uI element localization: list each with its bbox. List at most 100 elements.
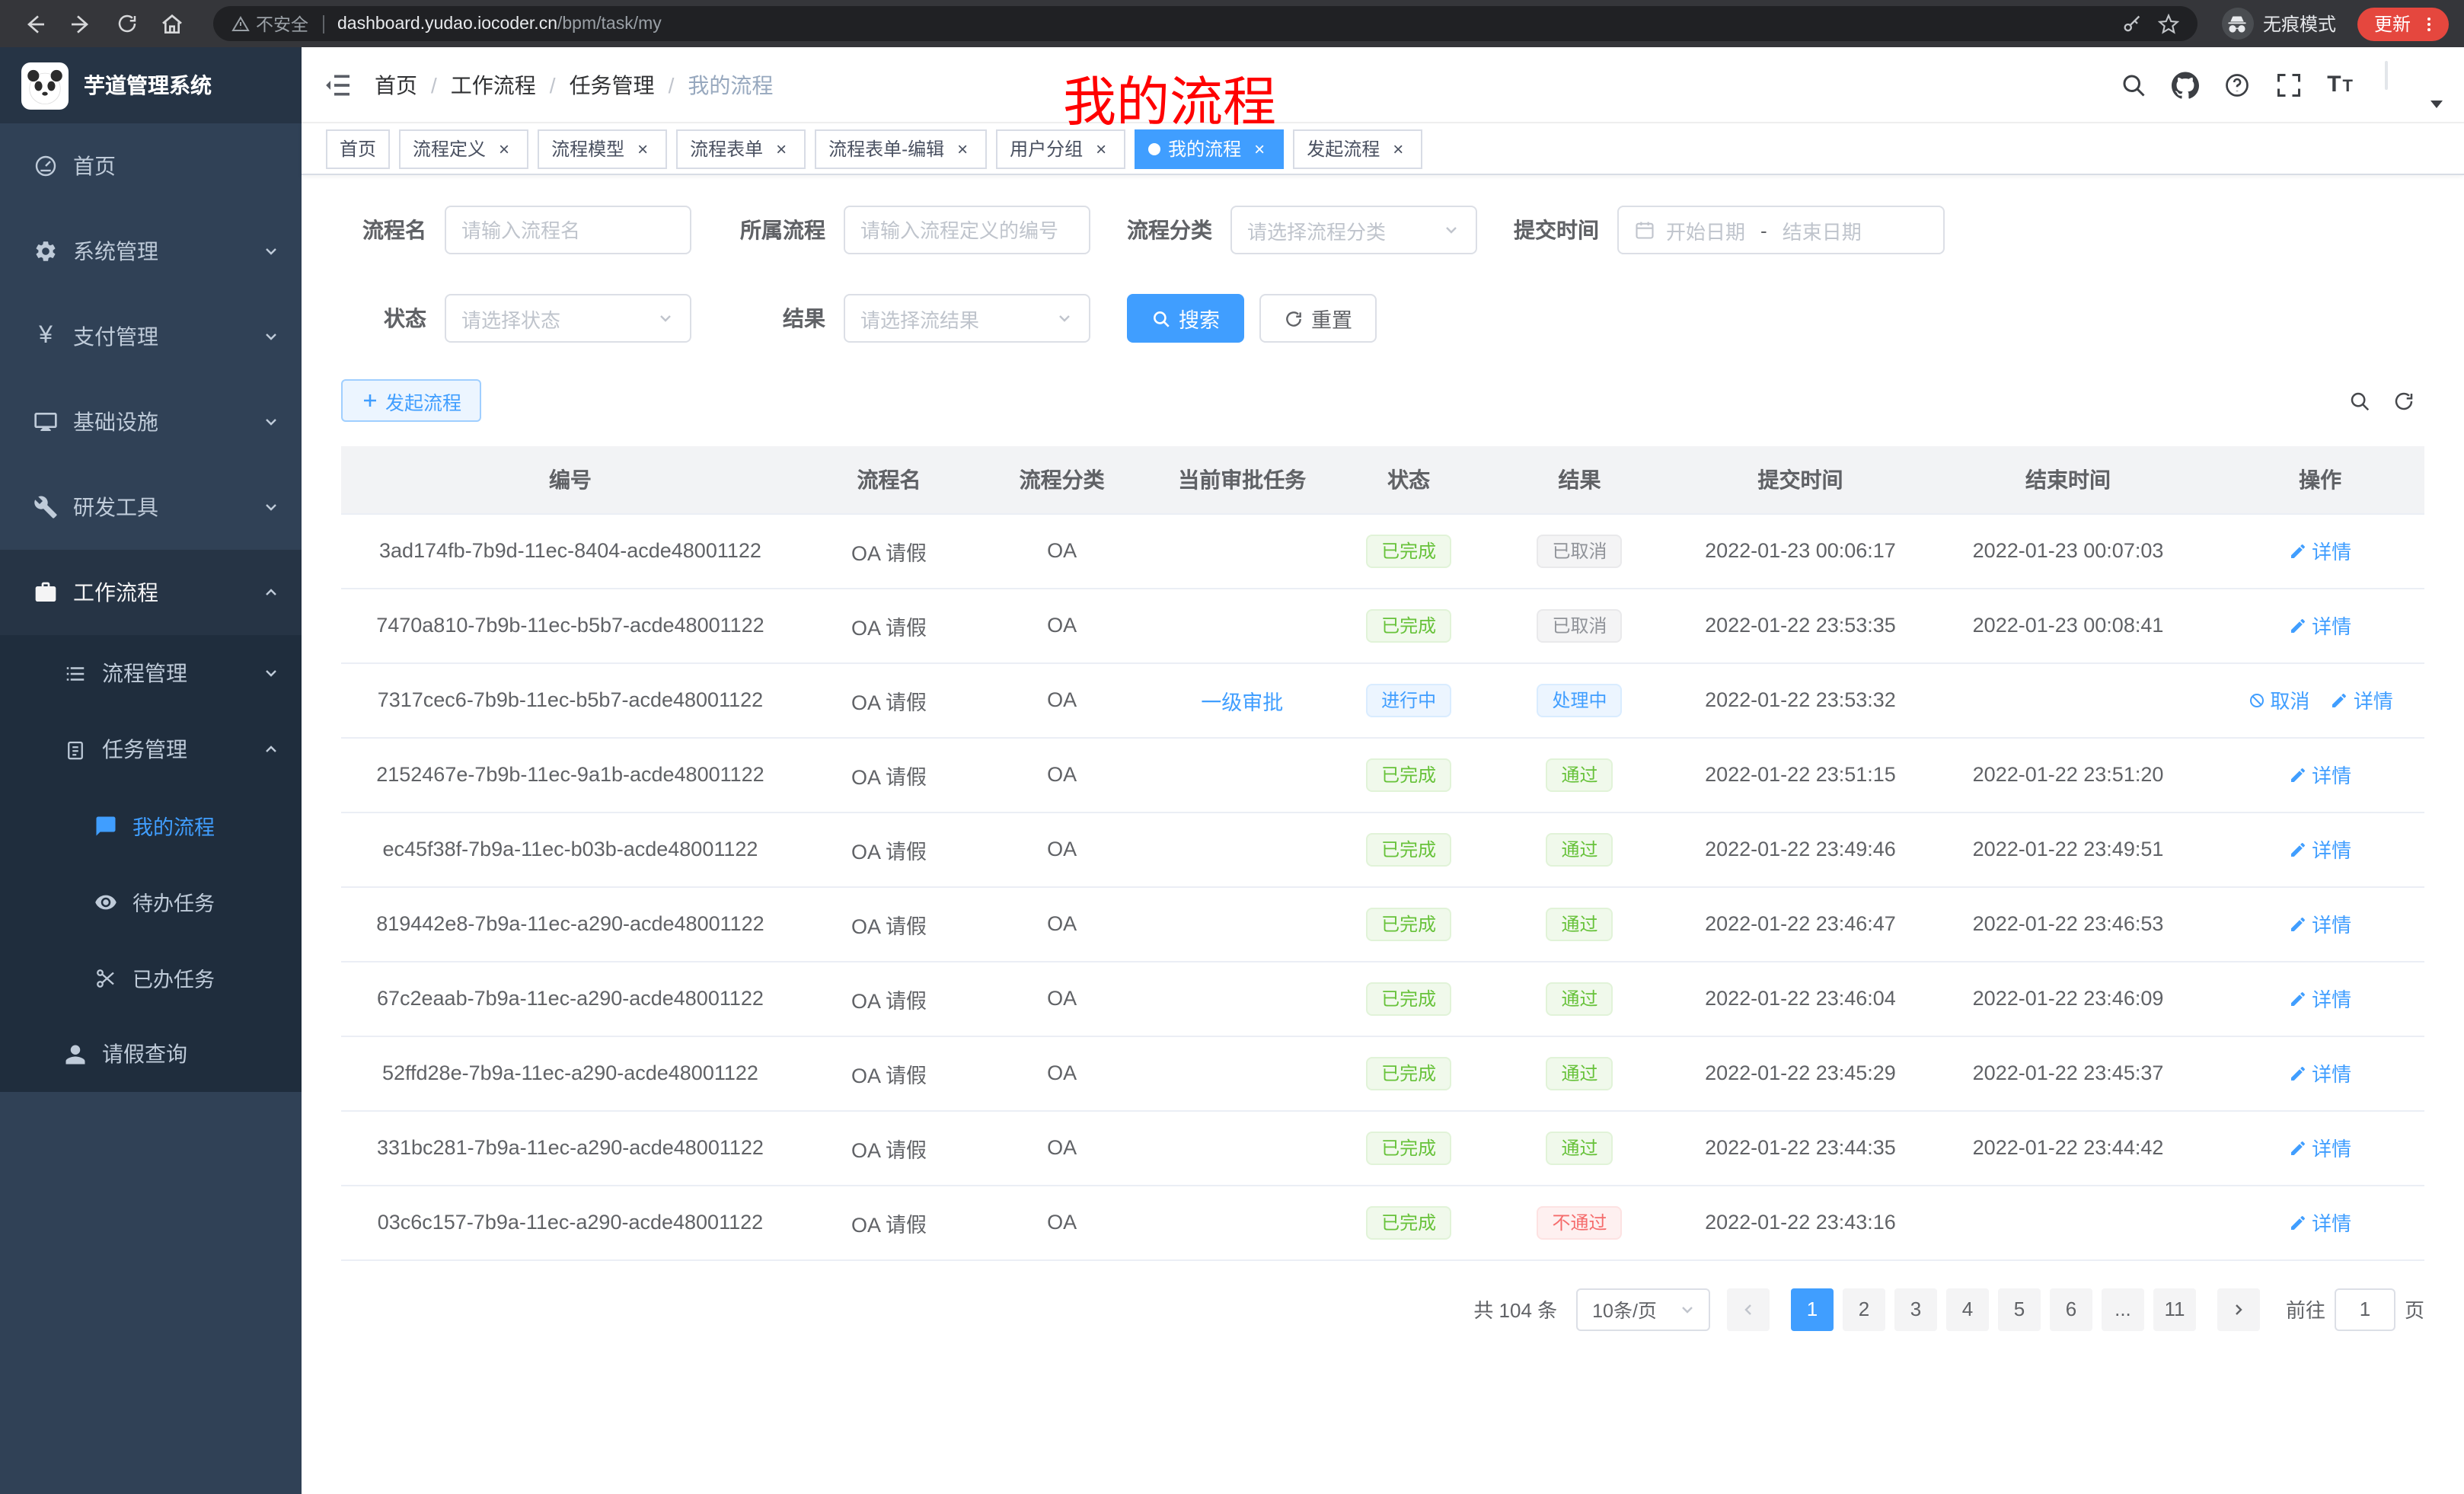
search-button[interactable]: 搜索 (1127, 294, 1244, 343)
tab-start-process[interactable]: 发起流程× (1293, 129, 1422, 168)
detail-link[interactable]: 详情 (2289, 760, 2351, 789)
close-icon[interactable]: × (1090, 138, 1112, 159)
detail-link[interactable]: 详情 (2331, 685, 2393, 714)
sidebar-item-home[interactable]: 首页 (0, 123, 302, 209)
key-icon[interactable] (2121, 13, 2143, 34)
hamburger-icon[interactable] (323, 69, 353, 100)
date-range-picker[interactable]: 开始日期 - 结束日期 (1617, 206, 1945, 254)
sidebar-item-system[interactable]: 系统管理 (0, 209, 302, 294)
browser-update-button[interactable]: 更新 (2357, 7, 2449, 40)
process-id: 03c6c157-7b9a-11ec-a290-acde48001122 (341, 1185, 800, 1259)
sidebar-item-task-management[interactable]: 任务管理 (0, 711, 302, 787)
detail-link[interactable]: 详情 (2289, 1058, 2351, 1087)
cancel-link[interactable]: 取消 (2247, 685, 2309, 714)
browser-menu-icon[interactable] (2420, 14, 2438, 33)
tab-process-form[interactable]: 流程表单× (676, 129, 806, 168)
status-badge: 已完成 (1366, 534, 1451, 567)
detail-label: 详情 (2312, 536, 2351, 565)
close-icon[interactable]: × (632, 138, 653, 159)
close-icon[interactable]: × (1387, 138, 1409, 159)
process-category: OA (978, 1036, 1145, 1110)
breadcrumb: 首页 / 工作流程 / 任务管理 / 我的流程 (375, 69, 773, 100)
goto-page-input[interactable] (2335, 1288, 2395, 1330)
sidebar-item-leave-query[interactable]: 请假查询 (0, 1016, 302, 1092)
security-warning[interactable]: 不安全 (231, 11, 308, 36)
breadcrumb-item-home[interactable]: 首页 (375, 69, 417, 100)
sidebar-item-todo-tasks[interactable]: 待办任务 (0, 864, 302, 940)
detail-link[interactable]: 详情 (2289, 909, 2351, 938)
bookmark-star-icon[interactable] (2158, 13, 2179, 34)
github-icon[interactable] (2172, 71, 2199, 98)
process-name: OA 请假 (800, 1036, 978, 1110)
page-button[interactable]: 3 (1894, 1288, 1937, 1330)
address-bar[interactable]: 不安全 dashboard.yudao.iocoder.cn/bpm/task/… (213, 6, 2197, 41)
breadcrumb-item-workflow[interactable]: 工作流程 (451, 69, 536, 100)
page-button[interactable]: 1 (1791, 1288, 1834, 1330)
result-cell: 已取消 (1479, 513, 1680, 588)
font-size-icon[interactable]: TT (2327, 72, 2354, 97)
process-definition-input[interactable] (844, 206, 1090, 254)
sidebar-item-my-process[interactable]: 我的流程 (0, 787, 302, 864)
app-logo[interactable]: 芋道管理系统 (0, 47, 302, 123)
fullscreen-icon[interactable] (2275, 71, 2303, 98)
current-task-cell (1145, 1036, 1339, 1110)
tab-process-definition[interactable]: 流程定义× (399, 129, 528, 168)
detail-link[interactable]: 详情 (2289, 1133, 2351, 1162)
sidebar-item-label: 研发工具 (73, 492, 158, 522)
search-icon[interactable] (2120, 71, 2147, 98)
help-icon[interactable] (2223, 71, 2251, 98)
status-select[interactable]: 请选择状态 (445, 294, 691, 343)
prev-page-button[interactable] (1727, 1288, 1770, 1330)
sidebar-item-label: 基础设施 (73, 407, 158, 437)
toggle-search-icon[interactable] (2348, 389, 2371, 412)
close-icon[interactable]: × (771, 138, 792, 159)
monitor-icon (34, 410, 58, 434)
caret-down-icon (2430, 100, 2443, 107)
home-button-icon[interactable] (152, 4, 192, 43)
tab-process-model[interactable]: 流程模型× (538, 129, 667, 168)
page-size-select[interactable]: 10条/页 (1575, 1288, 1710, 1330)
task-link[interactable]: 一级审批 (1201, 691, 1283, 713)
status-cell: 已完成 (1339, 737, 1479, 812)
refresh-table-icon[interactable] (2392, 389, 2415, 412)
page-button[interactable]: 4 (1946, 1288, 1989, 1330)
sidebar-item-workflow[interactable]: 工作流程 (0, 550, 302, 635)
detail-link[interactable]: 详情 (2289, 536, 2351, 565)
detail-link[interactable]: 详情 (2289, 835, 2351, 864)
breadcrumb-item-task-management[interactable]: 任务管理 (570, 69, 655, 100)
page-ellipsis[interactable]: ... (2102, 1288, 2144, 1330)
incognito-indicator: 无痕模式 (2222, 8, 2336, 40)
process-category: OA (978, 588, 1145, 662)
sidebar-item-infrastructure[interactable]: 基础设施 (0, 379, 302, 464)
column-header: 状态 (1339, 446, 1479, 513)
reload-icon[interactable] (107, 4, 146, 43)
page-button[interactable]: 6 (2050, 1288, 2092, 1330)
page-button[interactable]: 2 (1843, 1288, 1885, 1330)
result-select[interactable]: 请选择流结果 (844, 294, 1090, 343)
sidebar-item-process-management[interactable]: 流程管理 (0, 635, 302, 711)
page-button[interactable]: 11 (2153, 1288, 2196, 1330)
user-avatar[interactable] (2385, 62, 2440, 107)
sidebar-item-payment[interactable]: ¥ 支付管理 (0, 294, 302, 379)
close-icon[interactable]: × (952, 138, 973, 159)
sidebar-item-done-tasks[interactable]: 已办任务 (0, 940, 302, 1016)
create-process-button[interactable]: 发起流程 (341, 379, 481, 422)
process-name-input[interactable] (445, 206, 691, 254)
close-icon[interactable]: × (1249, 138, 1270, 159)
column-header: 操作 (2216, 446, 2424, 513)
sidebar-item-devtools[interactable]: 研发工具 (0, 464, 302, 550)
forward-icon[interactable] (61, 4, 101, 43)
reset-button-label: 重置 (1311, 303, 1352, 334)
detail-link[interactable]: 详情 (2289, 984, 2351, 1013)
close-icon[interactable]: × (493, 138, 515, 159)
page-button[interactable]: 5 (1998, 1288, 2041, 1330)
back-icon[interactable] (15, 4, 55, 43)
reset-button[interactable]: 重置 (1259, 294, 1377, 343)
next-page-button[interactable] (2217, 1288, 2260, 1330)
tab-home[interactable]: 首页 (326, 129, 390, 168)
tab-process-form-edit[interactable]: 流程表单-编辑× (815, 129, 987, 168)
process-definition-label: 所属流程 (728, 215, 825, 245)
detail-link[interactable]: 详情 (2289, 1208, 2351, 1237)
category-select[interactable]: 请选择流程分类 (1230, 206, 1477, 254)
detail-link[interactable]: 详情 (2289, 611, 2351, 640)
